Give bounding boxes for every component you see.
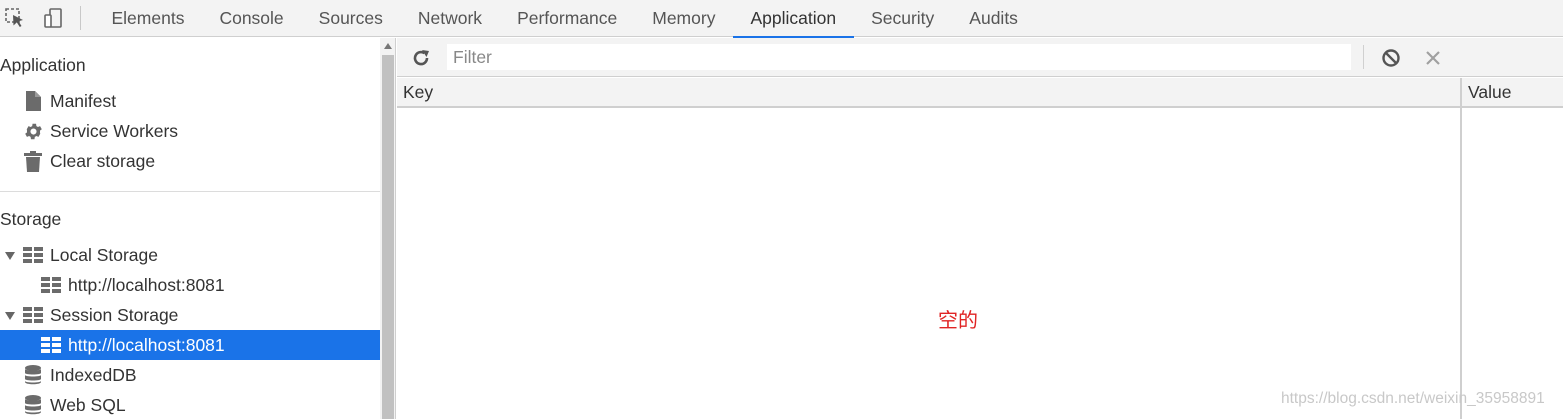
application-sidebar: Application Manifest Service Workers Cle… [0, 38, 380, 419]
sidebar-item-label: Service Workers [50, 120, 179, 141]
sidebar-item-label: Web SQL [50, 394, 126, 415]
delete-selected-icon[interactable] [1421, 46, 1445, 70]
tab-performance[interactable]: Performance [500, 0, 635, 37]
device-toolbar-icon[interactable] [40, 5, 66, 31]
watermark: https://blog.csdn.net/weixin_35958891 [1281, 390, 1545, 407]
refresh-icon[interactable] [409, 46, 433, 70]
tab-application[interactable]: Application [732, 0, 854, 38]
tab-console[interactable]: Console [202, 0, 301, 37]
tab-memory[interactable]: Memory [635, 0, 733, 37]
gear-icon [22, 120, 44, 142]
section-title-application: Application [0, 55, 86, 75]
devtools-toolbar: Elements Console Sources Network Performance… [0, 0, 1563, 38]
tab-audits[interactable]: Audits [952, 0, 1036, 37]
database-icon [22, 364, 44, 386]
sidebar-item-local-storage-origin[interactable]: http://localhost:8081 [40, 270, 225, 300]
clear-all-icon[interactable] [1379, 46, 1403, 70]
sidebar-item-clear-storage[interactable]: Clear storage [22, 146, 155, 176]
scroll-up-arrow-icon[interactable] [384, 43, 392, 49]
sidebar-item-websql[interactable]: Web SQL [22, 390, 126, 419]
sidebar-item-label: Session Storage [50, 304, 179, 325]
sidebar-item-label: IndexedDB [50, 364, 137, 385]
sidebar-item-manifest[interactable]: Manifest [22, 86, 116, 116]
table-icon [22, 244, 44, 266]
expand-arrow-icon[interactable] [5, 312, 15, 320]
section-title-storage: Storage [0, 209, 62, 229]
sidebar-item-label: Local Storage [50, 244, 158, 265]
tab-elements[interactable]: Elements [94, 0, 202, 37]
filter-bar-separator [1363, 45, 1364, 69]
database-icon [22, 394, 44, 416]
sidebar-item-label: Clear storage [50, 150, 156, 171]
storage-main-panel: Key Value 空的 https://blog.csdn.net/weixi… [397, 38, 1563, 419]
expand-arrow-icon[interactable] [5, 252, 15, 260]
column-divider[interactable] [1460, 78, 1462, 419]
column-header-key[interactable]: Key [397, 78, 433, 106]
table-icon [40, 334, 62, 356]
sidebar-item-session-storage[interactable]: Session Storage [22, 300, 178, 330]
panel-tabs: Elements Console Sources Network Performance… [94, 0, 1036, 38]
sidebar-item-local-storage[interactable]: Local Storage [22, 240, 158, 270]
tab-security[interactable]: Security [854, 0, 952, 37]
scrollbar-thumb[interactable] [382, 55, 394, 419]
table-header: Key Value [397, 78, 1563, 108]
sidebar-scrollbar[interactable] [380, 38, 396, 419]
sidebar-item-label: http://localhost:8081 [68, 274, 225, 295]
sidebar-item-label: http://localhost:8081 [68, 334, 225, 355]
table-icon [40, 274, 62, 296]
table-icon [22, 304, 44, 326]
sidebar-item-session-storage-origin[interactable]: http://localhost:8081 [0, 330, 380, 360]
trash-icon [22, 150, 44, 172]
inspect-element-icon[interactable] [2, 5, 28, 31]
section-divider [0, 191, 380, 192]
filter-bar [397, 38, 1563, 77]
filter-input[interactable] [447, 44, 1351, 70]
tab-sources[interactable]: Sources [301, 0, 400, 37]
sidebar-item-indexeddb[interactable]: IndexedDB [22, 360, 137, 390]
toolbar-separator [80, 6, 81, 30]
empty-annotation: 空的 [938, 308, 978, 332]
document-icon [22, 90, 44, 112]
sidebar-item-service-workers[interactable]: Service Workers [22, 116, 178, 146]
column-header-value[interactable]: Value [1462, 78, 1511, 106]
tab-network[interactable]: Network [400, 0, 499, 37]
sidebar-item-label: Manifest [50, 90, 117, 111]
